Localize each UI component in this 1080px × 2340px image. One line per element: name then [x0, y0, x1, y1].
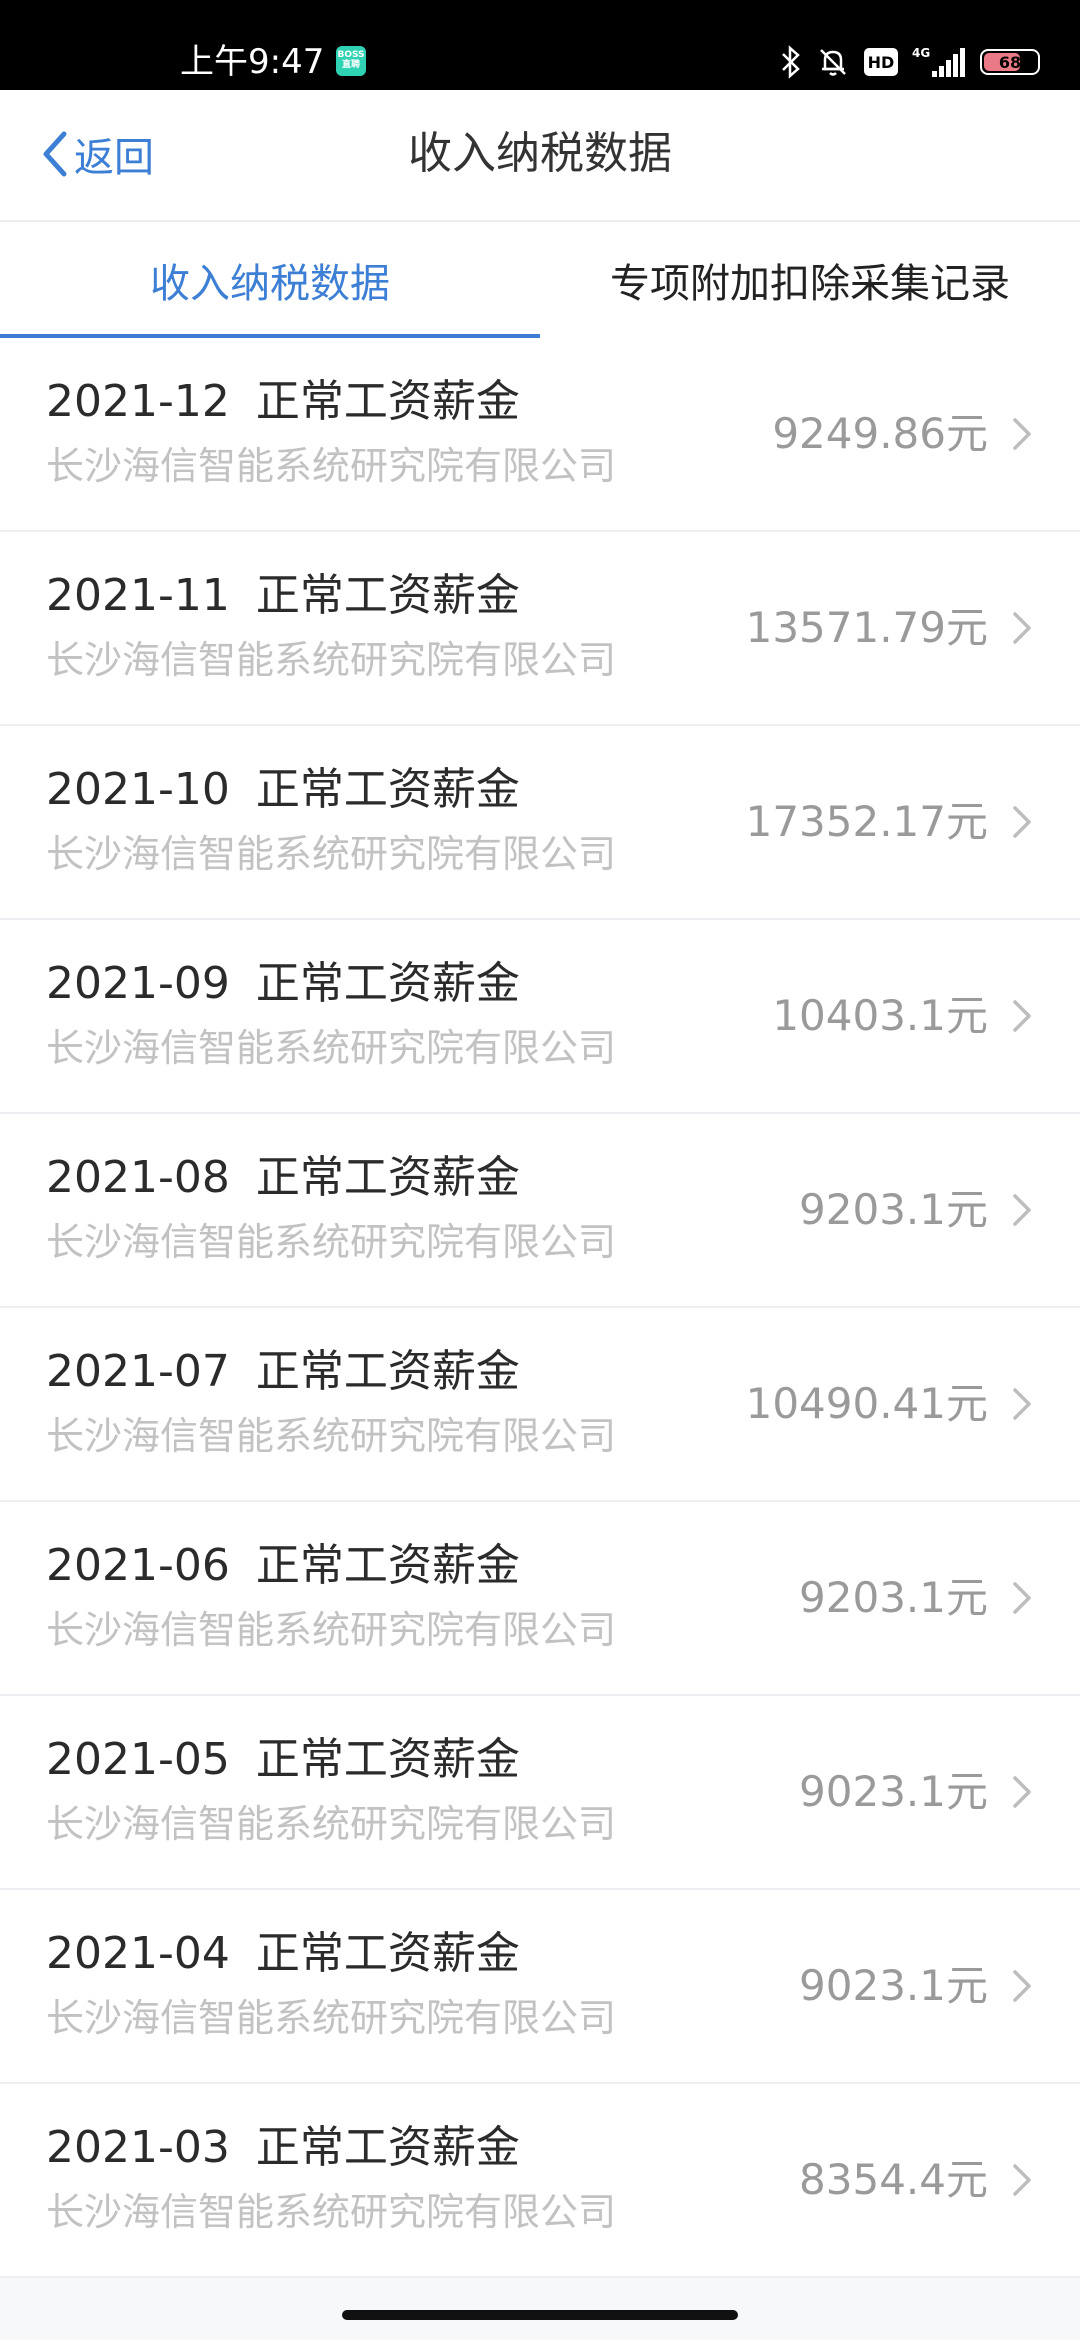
list-item[interactable]: 2021-12 正常工资薪金 长沙海信智能系统研究院有限公司 9249.86元 — [0, 338, 1080, 532]
item-income-type: 正常工资薪金 — [255, 2122, 520, 2173]
chevron-right-icon — [1013, 1000, 1031, 1032]
item-income-type: 正常工资薪金 — [255, 1540, 520, 1591]
item-title: 2021-09 正常工资薪金 — [46, 954, 520, 1014]
list-item[interactable]: 2021-04 正常工资薪金 长沙海信智能系统研究院有限公司 9023.1元 — [0, 1890, 1080, 2084]
income-record-list: 2021-12 正常工资薪金 长沙海信智能系统研究院有限公司 9249.86元 … — [0, 338, 1080, 2278]
item-company: 长沙海信智能系统研究院有限公司 — [46, 2190, 617, 2234]
list-item[interactable]: 2021-10 正常工资薪金 长沙海信智能系统研究院有限公司 17352.17元 — [0, 726, 1080, 920]
item-company: 长沙海信智能系统研究院有限公司 — [46, 444, 617, 488]
list-item[interactable]: 2021-03 正常工资薪金 长沙海信智能系统研究院有限公司 8354.4元 — [0, 2084, 1080, 2278]
item-income-type: 正常工资薪金 — [255, 1734, 520, 1785]
item-amount: 9249.86元 — [772, 409, 988, 458]
item-period: 2021-07 — [46, 1346, 230, 1397]
item-amount: 10490.41元 — [745, 1379, 988, 1428]
item-company: 长沙海信智能系统研究院有限公司 — [46, 1996, 617, 2040]
item-title: 2021-07 正常工资薪金 — [46, 1342, 520, 1402]
list-item[interactable]: 2021-05 正常工资薪金 长沙海信智能系统研究院有限公司 9023.1元 — [0, 1696, 1080, 1890]
boss-app-icon-label: BOSS 直聘 — [337, 50, 365, 70]
item-amount: 9023.1元 — [799, 1961, 988, 2010]
list-item[interactable]: 2021-09 正常工资薪金 长沙海信智能系统研究院有限公司 10403.1元 — [0, 920, 1080, 1114]
item-company: 长沙海信智能系统研究院有限公司 — [46, 1608, 617, 1652]
item-amount: 9203.1元 — [799, 1185, 988, 1234]
item-company: 长沙海信智能系统研究院有限公司 — [46, 832, 617, 876]
item-period: 2021-04 — [46, 1928, 230, 1979]
battery-icon: 68 — [980, 49, 1040, 75]
chevron-right-icon — [1013, 418, 1031, 450]
item-income-type: 正常工资薪金 — [255, 570, 520, 621]
item-amount: 13571.79元 — [745, 603, 988, 652]
item-company: 长沙海信智能系统研究院有限公司 — [46, 638, 617, 682]
item-period: 2021-05 — [46, 1734, 230, 1785]
item-income-type: 正常工资薪金 — [255, 958, 520, 1009]
item-income-type: 正常工资薪金 — [255, 1152, 520, 1203]
status-icons: HD 4G 68 — [780, 40, 1040, 84]
item-period: 2021-09 — [46, 958, 230, 1009]
list-item[interactable]: 2021-06 正常工资薪金 长沙海信智能系统研究院有限公司 9203.1元 — [0, 1502, 1080, 1696]
item-company: 长沙海信智能系统研究院有限公司 — [46, 1802, 617, 1846]
chevron-right-icon — [1013, 2164, 1031, 2196]
item-title: 2021-03 正常工资薪金 — [46, 2118, 520, 2178]
nav-bar: 返回 收入纳税数据 — [0, 90, 1080, 220]
item-title: 2021-12 正常工资薪金 — [46, 372, 520, 432]
home-indicator[interactable] — [342, 2310, 738, 2320]
item-income-type: 正常工资薪金 — [255, 764, 520, 815]
item-period: 2021-03 — [46, 2122, 230, 2173]
item-amount: 17352.17元 — [745, 797, 988, 846]
list-item[interactable]: 2021-07 正常工资薪金 长沙海信智能系统研究院有限公司 10490.41元 — [0, 1308, 1080, 1502]
item-company: 长沙海信智能系统研究院有限公司 — [46, 1414, 617, 1458]
item-amount: 9203.1元 — [799, 1573, 988, 1622]
tab-bar: 收入纳税数据 专项附加扣除采集记录 — [0, 220, 1080, 340]
chevron-right-icon — [1013, 1776, 1031, 1808]
list-item[interactable]: 2021-08 正常工资薪金 长沙海信智能系统研究院有限公司 9203.1元 — [0, 1114, 1080, 1308]
item-title: 2021-10 正常工资薪金 — [46, 760, 520, 820]
item-amount: 9023.1元 — [799, 1767, 988, 1816]
chevron-right-icon — [1013, 1388, 1031, 1420]
item-income-type: 正常工资薪金 — [255, 376, 520, 427]
tab-special-deduction-records[interactable]: 专项附加扣除采集记录 — [540, 222, 1080, 338]
chevron-right-icon — [1013, 806, 1031, 838]
item-company: 长沙海信智能系统研究院有限公司 — [46, 1220, 617, 1264]
item-amount: 10403.1元 — [772, 991, 988, 1040]
chevron-right-icon — [1013, 612, 1031, 644]
item-company: 长沙海信智能系统研究院有限公司 — [46, 1026, 617, 1070]
bluetooth-icon — [782, 45, 800, 79]
tab-income-tax-data[interactable]: 收入纳税数据 — [0, 222, 540, 340]
item-title: 2021-05 正常工资薪金 — [46, 1730, 520, 1790]
status-time: 上午9:47 — [180, 42, 325, 82]
network-type-label: 4G — [912, 46, 930, 60]
item-period: 2021-12 — [46, 376, 230, 427]
item-income-type: 正常工资薪金 — [255, 1928, 520, 1979]
list-item[interactable]: 2021-11 正常工资薪金 长沙海信智能系统研究院有限公司 13571.79元 — [0, 532, 1080, 726]
page-title: 收入纳税数据 — [408, 128, 672, 179]
item-period: 2021-10 — [46, 764, 230, 815]
mute-bell-icon — [820, 49, 846, 76]
item-title: 2021-08 正常工资薪金 — [46, 1148, 520, 1208]
signal-icon: 4G — [912, 46, 965, 77]
item-period: 2021-11 — [46, 570, 230, 621]
chevron-right-icon — [1013, 1970, 1031, 2002]
item-title: 2021-06 正常工资薪金 — [46, 1536, 520, 1596]
boss-app-icon: BOSS 直聘 — [336, 46, 366, 76]
item-title: 2021-11 正常工资薪金 — [46, 566, 520, 626]
battery-level: 68 — [998, 52, 1022, 72]
item-title: 2021-04 正常工资薪金 — [46, 1924, 520, 1984]
item-amount: 8354.4元 — [799, 2155, 988, 2204]
chevron-right-icon — [1013, 1582, 1031, 1614]
item-period: 2021-08 — [46, 1152, 230, 1203]
hd-voice-icon: HD — [864, 48, 898, 76]
status-bar: 上午9:47 BOSS 直聘 HD 4G 68 — [0, 0, 1080, 90]
item-period: 2021-06 — [46, 1540, 230, 1591]
item-income-type: 正常工资薪金 — [255, 1346, 520, 1397]
chevron-right-icon — [1013, 1194, 1031, 1226]
